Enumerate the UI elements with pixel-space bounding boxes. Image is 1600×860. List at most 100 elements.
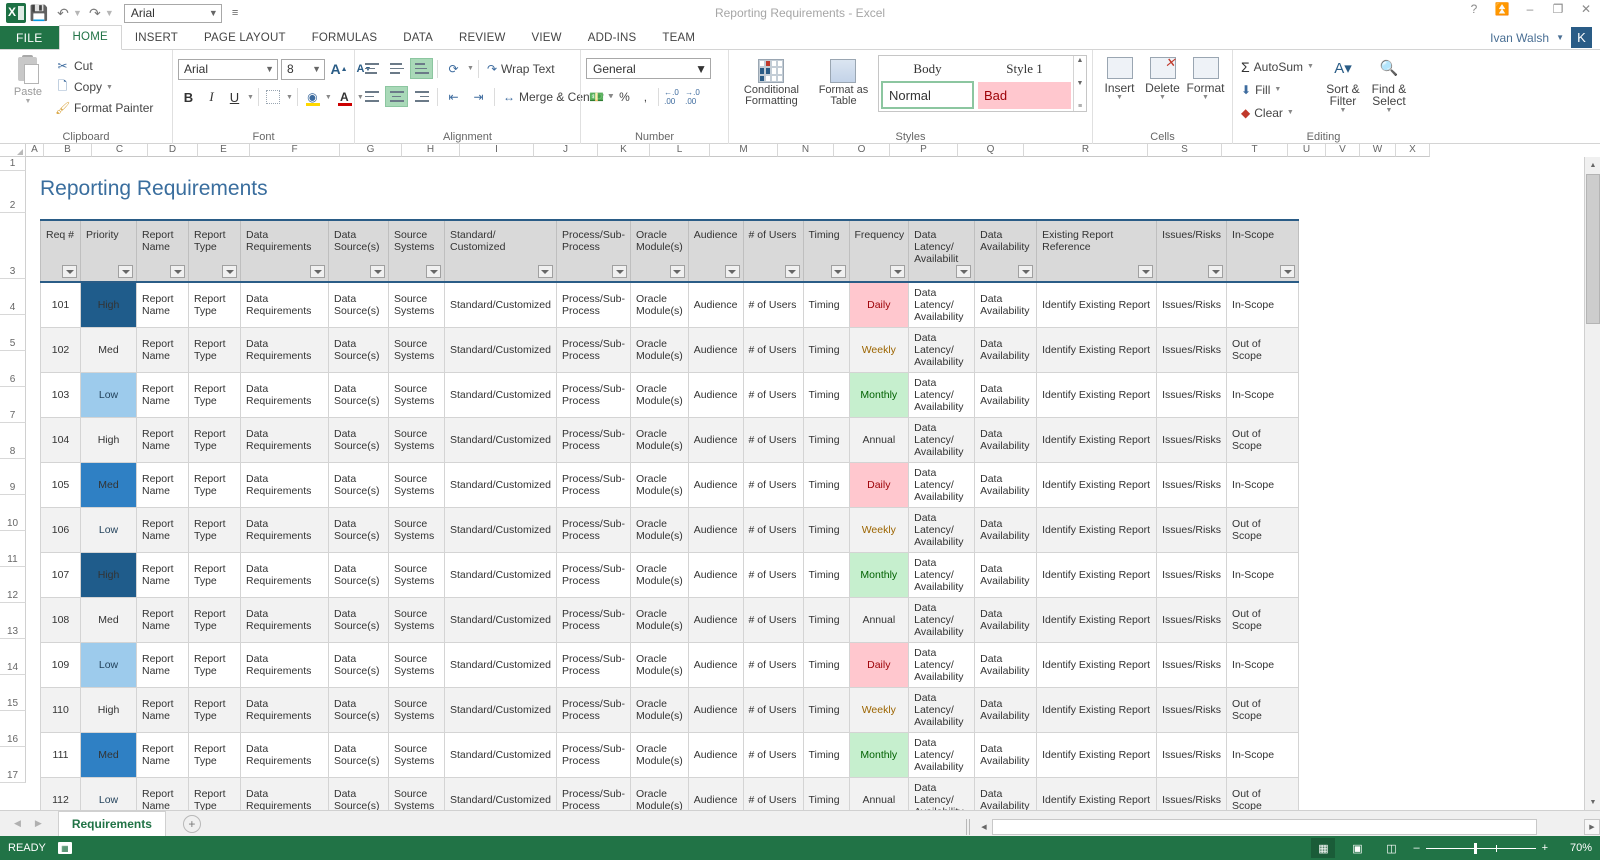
cell-priority[interactable]: Low bbox=[81, 643, 137, 688]
quick-font-name-box[interactable]: Arial ▼ bbox=[124, 4, 222, 23]
tab-split-handle[interactable] bbox=[966, 819, 970, 835]
cell-availability[interactable]: Data Availability bbox=[975, 418, 1037, 463]
column-header-Q[interactable]: Q bbox=[958, 144, 1024, 157]
cell-report-type[interactable]: Report Type bbox=[189, 463, 241, 508]
column-filter-header[interactable]: Priority bbox=[81, 220, 137, 282]
row-header-2[interactable]: 2 bbox=[0, 171, 26, 213]
cell-timing[interactable]: Timing bbox=[803, 778, 849, 811]
table-row[interactable]: 110HighReport NameReport TypeData Requir… bbox=[41, 688, 1299, 733]
cell-priority[interactable]: Med bbox=[81, 598, 137, 643]
column-filter-header[interactable]: Oracle Module(s) bbox=[631, 220, 689, 282]
filter-dropdown-icon[interactable] bbox=[538, 265, 553, 278]
undo-icon[interactable]: ↶ bbox=[52, 2, 74, 24]
gallery-scroll-down-icon[interactable]: ▼ bbox=[1077, 80, 1084, 87]
tab-formulas[interactable]: FORMULAS bbox=[299, 26, 391, 50]
cell-report-type[interactable]: Report Type bbox=[189, 508, 241, 553]
column-header-L[interactable]: L bbox=[650, 144, 710, 157]
column-header-C[interactable]: C bbox=[92, 144, 148, 157]
cell-scope[interactable]: Out of Scope bbox=[1227, 508, 1299, 553]
cell-process[interactable]: Process/Sub-Process bbox=[556, 373, 630, 418]
cell-users[interactable]: # of Users bbox=[743, 418, 803, 463]
cell-oracle[interactable]: Oracle Module(s) bbox=[631, 733, 689, 778]
cell-report-name[interactable]: Report Name bbox=[137, 373, 189, 418]
borders-button[interactable] bbox=[263, 87, 284, 108]
cell-standard[interactable]: Standard/Customized bbox=[445, 328, 557, 373]
chevron-down-icon[interactable]: ▼ bbox=[1307, 63, 1314, 70]
cell-report-name[interactable]: Report Name bbox=[137, 643, 189, 688]
sort-filter-button[interactable]: A▾ Sort & Filter ▼ bbox=[1323, 56, 1363, 114]
cell-process[interactable]: Process/Sub-Process bbox=[556, 778, 630, 811]
chevron-down-icon[interactable]: ▼ bbox=[1556, 33, 1564, 42]
row-header-11[interactable]: 11 bbox=[0, 531, 26, 567]
cell-availability[interactable]: Data Availability bbox=[975, 688, 1037, 733]
cell-report-name[interactable]: Report Name bbox=[137, 688, 189, 733]
column-filter-header[interactable]: Data Availability bbox=[975, 220, 1037, 282]
row-header-16[interactable]: 16 bbox=[0, 711, 26, 747]
cell-audience[interactable]: Audience bbox=[688, 733, 743, 778]
cell-source-systems[interactable]: Source Systems bbox=[389, 778, 445, 811]
underline-button[interactable]: U bbox=[224, 87, 245, 108]
cell-report-name[interactable]: Report Name bbox=[137, 553, 189, 598]
tab-team[interactable]: TEAM bbox=[649, 26, 708, 50]
cell-frequency[interactable]: Daily bbox=[849, 463, 909, 508]
add-sheet-button[interactable]: + bbox=[183, 815, 201, 833]
increase-indent-button[interactable]: ⇥ bbox=[467, 86, 490, 107]
scroll-down-icon[interactable]: ▼ bbox=[1585, 794, 1600, 810]
cell-oracle[interactable]: Oracle Module(s) bbox=[631, 373, 689, 418]
comma-style-button[interactable]: , bbox=[635, 86, 656, 107]
cell-issues[interactable]: Issues/Risks bbox=[1157, 418, 1227, 463]
chevron-down-icon[interactable]: ▼ bbox=[467, 65, 474, 72]
sheet-tab-requirements[interactable]: Requirements bbox=[58, 811, 166, 836]
cell-data-source[interactable]: Data Source(s) bbox=[329, 778, 389, 811]
cell-data-source[interactable]: Data Source(s) bbox=[329, 598, 389, 643]
conditional-formatting-button[interactable]: Conditional Formatting bbox=[734, 55, 809, 107]
column-filter-header[interactable]: Req # bbox=[41, 220, 81, 282]
minimize-icon[interactable]: – bbox=[1522, 2, 1538, 16]
row-header-1[interactable]: 1 bbox=[0, 157, 26, 171]
chevron-down-icon[interactable]: ▼ bbox=[286, 94, 293, 101]
chevron-down-icon[interactable]: ▼ bbox=[1116, 94, 1123, 101]
cell-timing[interactable]: Timing bbox=[803, 508, 849, 553]
cell-source-systems[interactable]: Source Systems bbox=[389, 418, 445, 463]
cell-data-source[interactable]: Data Source(s) bbox=[329, 733, 389, 778]
cell-oracle[interactable]: Oracle Module(s) bbox=[631, 688, 689, 733]
cell-req-number[interactable]: 111 bbox=[41, 733, 81, 778]
cell-style-bad[interactable]: Bad bbox=[978, 82, 1071, 109]
cell-oracle[interactable]: Oracle Module(s) bbox=[631, 508, 689, 553]
save-icon[interactable]: 💾 bbox=[28, 2, 50, 24]
tab-home[interactable]: HOME bbox=[59, 25, 122, 50]
column-filter-header[interactable]: Frequency bbox=[849, 220, 909, 282]
cell-standard[interactable]: Standard/Customized bbox=[445, 282, 557, 328]
number-format-select[interactable]: General ▼ bbox=[586, 58, 711, 79]
cell-existing[interactable]: Identify Existing Report bbox=[1037, 553, 1157, 598]
cell-latency[interactable]: Data Latency/ Availability bbox=[909, 553, 975, 598]
cell-oracle[interactable]: Oracle Module(s) bbox=[631, 463, 689, 508]
row-header-15[interactable]: 15 bbox=[0, 675, 26, 711]
column-filter-header[interactable]: # of Users bbox=[743, 220, 803, 282]
cell-process[interactable]: Process/Sub-Process bbox=[556, 463, 630, 508]
percent-style-button[interactable]: % bbox=[614, 86, 635, 107]
cell-process[interactable]: Process/Sub-Process bbox=[556, 733, 630, 778]
cell-standard[interactable]: Standard/Customized bbox=[445, 598, 557, 643]
cell-priority[interactable]: Med bbox=[81, 328, 137, 373]
chevron-down-icon[interactable]: ▼ bbox=[247, 94, 254, 101]
cell-data-req[interactable]: Data Requirements bbox=[241, 553, 329, 598]
next-sheet-icon[interactable]: ▶ bbox=[35, 818, 42, 829]
cell-frequency[interactable]: Weekly bbox=[849, 328, 909, 373]
cell-report-name[interactable]: Report Name bbox=[137, 508, 189, 553]
format-painter-button[interactable]: 🖌 Format Painter bbox=[51, 98, 157, 118]
row-header-10[interactable]: 10 bbox=[0, 495, 26, 531]
zoom-out-button[interactable]: – bbox=[1413, 842, 1419, 854]
row-header-4[interactable]: 4 bbox=[0, 279, 26, 315]
align-left-button[interactable] bbox=[360, 86, 383, 107]
cell-req-number[interactable]: 104 bbox=[41, 418, 81, 463]
chevron-down-icon[interactable]: ▼ bbox=[325, 94, 332, 101]
cell-scope[interactable]: In-Scope bbox=[1227, 733, 1299, 778]
chevron-down-icon[interactable]: ▼ bbox=[209, 8, 218, 18]
cell-timing[interactable]: Timing bbox=[803, 553, 849, 598]
cell-issues[interactable]: Issues/Risks bbox=[1157, 328, 1227, 373]
column-filter-header[interactable]: Data Requirements bbox=[241, 220, 329, 282]
column-header-H[interactable]: H bbox=[402, 144, 460, 157]
cell-standard[interactable]: Standard/Customized bbox=[445, 418, 557, 463]
format-as-table-button[interactable]: Format as Table bbox=[813, 55, 874, 107]
